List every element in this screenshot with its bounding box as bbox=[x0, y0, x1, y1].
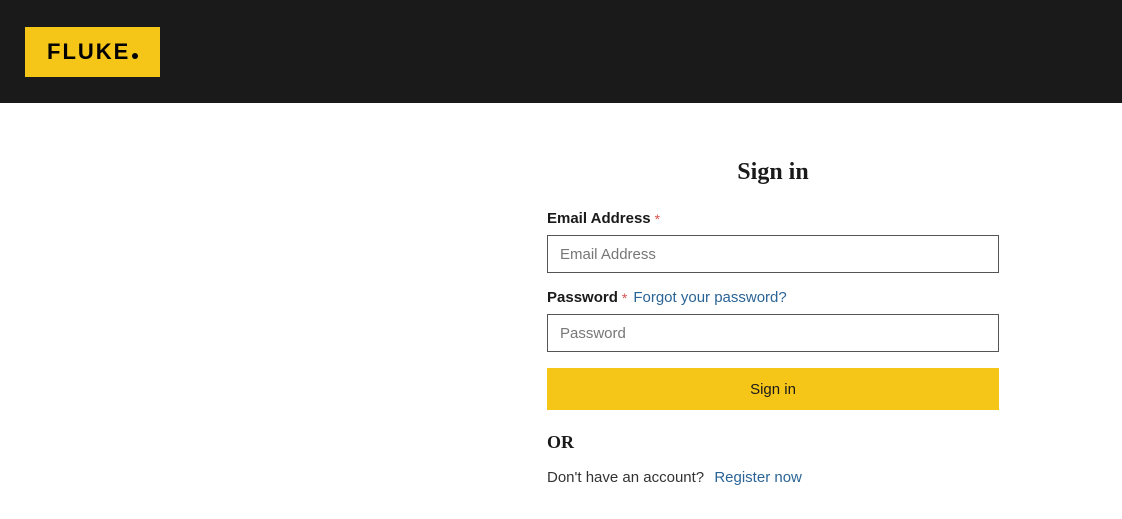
signin-title: Sign in bbox=[547, 159, 999, 186]
email-field[interactable] bbox=[547, 235, 999, 273]
email-label-row: Email Address * bbox=[547, 210, 999, 227]
header-bar: FLUKE bbox=[0, 0, 1122, 103]
password-label-row: Password * Forgot your password? bbox=[547, 289, 999, 306]
signin-button[interactable]: Sign in bbox=[547, 368, 999, 410]
register-link[interactable]: Register now bbox=[714, 469, 802, 486]
required-indicator: * bbox=[655, 211, 660, 227]
brand-logo-dot-icon bbox=[132, 53, 138, 59]
brand-logo-text: FLUKE bbox=[47, 39, 130, 65]
email-label: Email Address bbox=[547, 210, 651, 227]
signin-panel: Sign in Email Address * Password * Forgo… bbox=[547, 103, 999, 486]
register-row: Don't have an account? Register now bbox=[547, 469, 999, 486]
no-account-text: Don't have an account? bbox=[547, 469, 704, 486]
main-content: Sign in Email Address * Password * Forgo… bbox=[0, 103, 1122, 486]
brand-logo[interactable]: FLUKE bbox=[25, 27, 160, 77]
forgot-password-link[interactable]: Forgot your password? bbox=[633, 289, 786, 306]
password-label: Password bbox=[547, 289, 618, 306]
or-divider-text: OR bbox=[547, 432, 999, 453]
required-indicator: * bbox=[622, 290, 627, 306]
password-field[interactable] bbox=[547, 314, 999, 352]
